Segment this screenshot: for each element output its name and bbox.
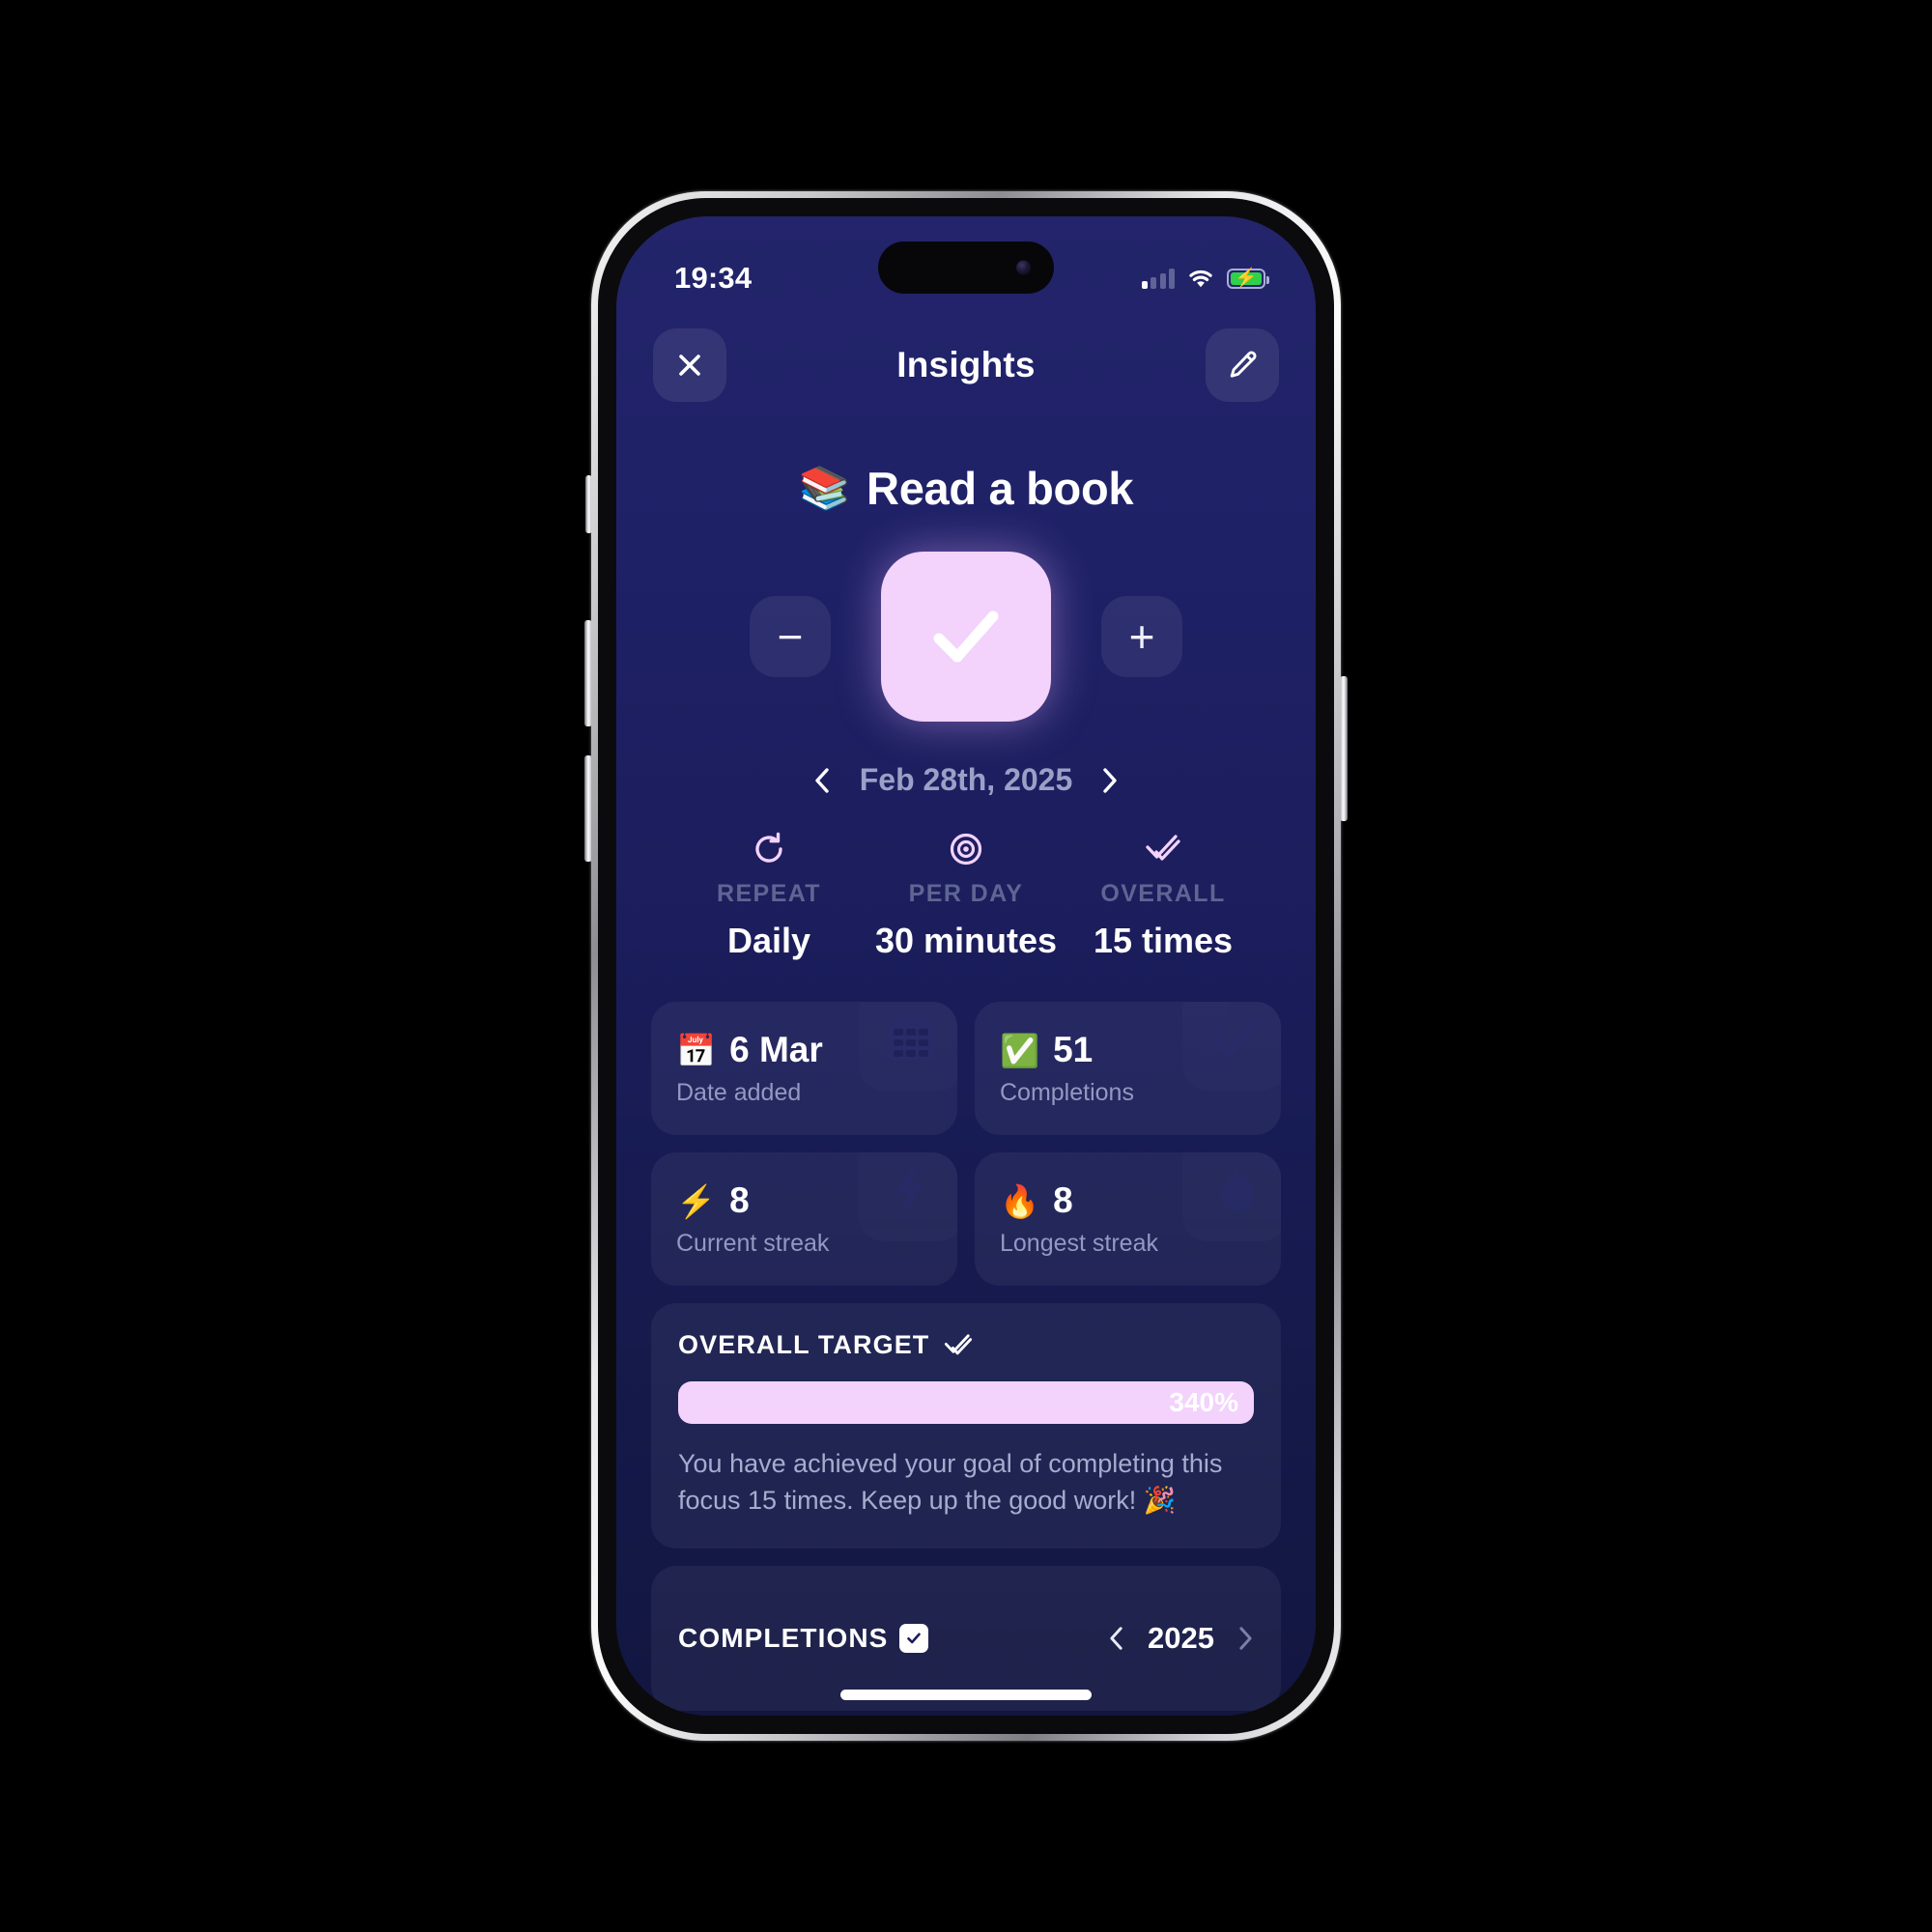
status-bar-indicators: ⚡ (1141, 268, 1269, 289)
year-next-button[interactable] (1237, 1626, 1254, 1651)
stat-card-value: 51 (1053, 1030, 1094, 1069)
metric-per-day: PER DAY 30 minutes (867, 827, 1065, 961)
phone-frame: 19:34 ⚡ Insights 📚 Read a book − + Feb 2… (591, 191, 1341, 1741)
bolt-emoji-icon: ⚡ (676, 1182, 717, 1219)
status-bar-clock: 19:34 (674, 261, 753, 295)
stat-card-completions[interactable]: ✅ 51 Completions (975, 1002, 1281, 1135)
metric-label: OVERALL (1100, 880, 1226, 907)
date-navigator: Feb 28th, 2025 (651, 762, 1281, 798)
stat-card-current-streak[interactable]: ⚡ 8 Current streak (651, 1152, 957, 1286)
increment-button[interactable]: + (1101, 596, 1182, 677)
double-check-icon (943, 1331, 974, 1360)
power-button[interactable] (1340, 676, 1348, 821)
stat-card-longest-streak[interactable]: 🔥 8 Longest streak (975, 1152, 1281, 1286)
metric-value: 30 minutes (874, 921, 1058, 960)
close-button[interactable] (653, 328, 726, 402)
stat-card-label: Longest streak (1000, 1230, 1158, 1257)
home-indicator[interactable] (840, 1690, 1092, 1700)
habit-complete-button[interactable] (881, 552, 1051, 722)
stat-card-label: Current streak (676, 1230, 830, 1257)
stat-card-value: 6 Mar (729, 1030, 823, 1069)
calendar-emoji-icon: 📅 (676, 1032, 717, 1068)
battery-charging-icon: ⚡ (1227, 268, 1269, 289)
overall-target-header: OVERALL TARGET (678, 1330, 1254, 1360)
date-next-button[interactable] (1101, 767, 1119, 794)
habit-title: 📚 Read a book (651, 462, 1281, 515)
date-prev-button[interactable] (813, 767, 831, 794)
completions-title-group: COMPLETIONS (678, 1622, 929, 1654)
habit-check-row: − + (651, 552, 1281, 722)
progress-percent-label: 340% (1169, 1387, 1238, 1417)
insights-content: 📚 Read a book − + Feb 28th, 2025 REPEAT … (616, 417, 1316, 1716)
fire-emoji-icon: 🔥 (1000, 1182, 1040, 1219)
stat-card-header: 📅 6 Mar (676, 1030, 932, 1070)
year-navigator: 2025 (1108, 1621, 1254, 1656)
year-prev-button[interactable] (1108, 1626, 1124, 1651)
wifi-icon (1187, 269, 1214, 289)
stat-card-header: 🔥 8 (1000, 1180, 1256, 1221)
stat-card-header: ⚡ 8 (676, 1180, 932, 1221)
metric-value: 15 times (1093, 921, 1234, 960)
front-camera-icon (1016, 260, 1031, 275)
stat-card-value: 8 (729, 1180, 750, 1220)
stat-card-label: Completions (1000, 1079, 1134, 1106)
habit-name: Read a book (867, 463, 1134, 514)
completions-title: COMPLETIONS (678, 1622, 889, 1653)
metric-repeat: REPEAT Daily (670, 827, 867, 961)
year-label: 2025 (1148, 1620, 1214, 1655)
checkmark-icon (920, 590, 1012, 683)
cellular-signal-icon (1141, 268, 1175, 289)
phone-screen: 19:34 ⚡ Insights 📚 Read a book − + Feb 2… (616, 216, 1316, 1716)
screenshot-stage: 19:34 ⚡ Insights 📚 Read a book − + Feb 2… (0, 0, 1932, 1932)
overall-target-section: OVERALL TARGET 340% You have achieved yo… (651, 1303, 1281, 1548)
repeat-icon (670, 827, 867, 871)
stat-card-header: ✅ 51 (1000, 1030, 1256, 1070)
overall-target-message: You have achieved your goal of completin… (678, 1449, 1223, 1516)
metric-label: REPEAT (717, 880, 821, 907)
double-check-icon (1065, 827, 1262, 871)
app-header: Insights (616, 313, 1316, 417)
stat-card-label: Date added (676, 1079, 802, 1106)
overall-target-title: OVERALL TARGET (678, 1330, 930, 1359)
current-date-label: Feb 28th, 2025 (859, 762, 1073, 797)
close-icon (675, 351, 704, 380)
target-icon (867, 827, 1065, 871)
stat-card-value: 8 (1053, 1180, 1073, 1220)
edit-button[interactable] (1206, 328, 1279, 402)
dynamic-island (878, 242, 1054, 294)
decrement-button[interactable]: − (750, 596, 831, 677)
metric-label: PER DAY (908, 880, 1024, 907)
metric-overall: OVERALL 15 times (1065, 827, 1262, 961)
stat-cards-grid: 📅 6 Mar Date added ✅ 51 Completions ⚡ 8 … (651, 1002, 1281, 1286)
metric-value: Daily (726, 921, 811, 960)
metrics-row: REPEAT Daily PER DAY 30 minutes OVERALL … (651, 827, 1281, 961)
check-badge-icon (899, 1623, 929, 1653)
stat-card-date-added[interactable]: 📅 6 Mar Date added (651, 1002, 957, 1135)
books-emoji-icon: 📚 (798, 465, 851, 512)
overall-target-progress-bar: 340% (678, 1381, 1254, 1424)
check-box-emoji-icon: ✅ (1000, 1032, 1040, 1068)
pencil-icon (1227, 350, 1258, 381)
phone-bezel: 19:34 ⚡ Insights 📚 Read a book − + Feb 2… (598, 198, 1334, 1734)
